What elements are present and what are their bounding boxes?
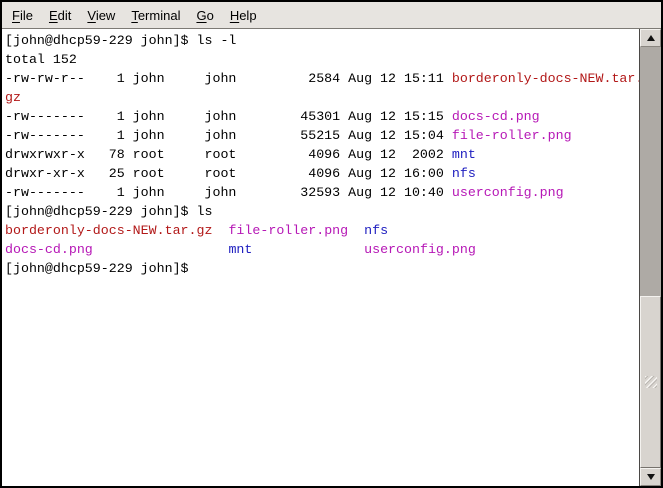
- terminal-line: total 152: [5, 50, 639, 69]
- terminal-line: -rw------- 1 john john 45301 Aug 12 15:1…: [5, 107, 639, 126]
- down-arrow-icon: [647, 474, 655, 480]
- scrollbar-grip-icon: [645, 376, 657, 388]
- terminal-text-segment: total 152: [5, 52, 77, 67]
- menu-item-file[interactable]: File: [4, 6, 41, 25]
- terminal-text-segment: gz: [5, 90, 21, 105]
- menu-item-terminal[interactable]: Terminal: [123, 6, 188, 25]
- terminal-line: drwxrwxr-x 78 root root 4096 Aug 12 2002…: [5, 145, 639, 164]
- menu-item-label: erminal: [138, 8, 181, 23]
- terminal-line: -rw------- 1 john john 55215 Aug 12 15:0…: [5, 126, 639, 145]
- terminal-text-segment: borderonly-docs-NEW.tar.: [452, 71, 639, 86]
- menu-item-mnemonic: G: [196, 8, 206, 23]
- terminal-text-segment: [john@dhcp59-229 john]$: [5, 261, 189, 276]
- scrollbar-trough[interactable]: [640, 47, 661, 468]
- menu-item-mnemonic: H: [230, 8, 239, 23]
- terminal-text-segment: docs-cd.png: [5, 242, 93, 257]
- up-arrow-icon: [647, 35, 655, 41]
- menu-bar: FileEditViewTerminalGoHelp: [2, 2, 661, 29]
- terminal-text-segment: [john@dhcp59-229 john]$ ls -l: [5, 33, 236, 48]
- terminal-line: -rw------- 1 john john 32593 Aug 12 10:4…: [5, 183, 639, 202]
- terminal-text-segment: file-roller.png: [228, 223, 348, 238]
- menu-item-view[interactable]: View: [79, 6, 123, 25]
- menu-item-mnemonic: V: [87, 8, 95, 23]
- terminal-screen[interactable]: [john@dhcp59-229 john]$ ls -l total 152 -r…: [2, 29, 639, 486]
- terminal-text-segment: drwxr-xr-x 25 root root 4096 Aug 12 16:0…: [5, 166, 452, 181]
- menu-item-edit[interactable]: Edit: [41, 6, 79, 25]
- terminal-line: [john@dhcp59-229 john]$ ls -l: [5, 31, 639, 50]
- terminal-line: docs-cd.png mnt userconfig.png: [5, 240, 639, 259]
- terminal-line: gz: [5, 88, 639, 107]
- terminal-text-segment: [93, 242, 229, 257]
- menu-item-label: iew: [96, 8, 116, 23]
- terminal-line: [john@dhcp59-229 john]$ ls: [5, 202, 639, 221]
- terminal-content: [john@dhcp59-229 john]$ ls -l total 152 -r…: [2, 29, 661, 486]
- menu-item-label: dit: [58, 8, 72, 23]
- terminal-text-segment: [348, 223, 364, 238]
- terminal-text-segment: docs-cd.png: [452, 109, 540, 124]
- terminal-window: FileEditViewTerminalGoHelp [john@dhcp59-…: [0, 0, 663, 488]
- menu-item-help[interactable]: Help: [222, 6, 265, 25]
- terminal-line: borderonly-docs-NEW.tar.gz file-roller.p…: [5, 221, 639, 240]
- menu-item-go[interactable]: Go: [188, 6, 221, 25]
- menu-item-label: o: [207, 8, 214, 23]
- terminal-line: [john@dhcp59-229 john]$: [5, 259, 639, 278]
- scrollbar-down-button[interactable]: [640, 468, 661, 486]
- menu-item-label: ile: [20, 8, 33, 23]
- terminal-text-segment: -rw------- 1 john john 45301 Aug 12 15:1…: [5, 109, 452, 124]
- menu-item-mnemonic: E: [49, 8, 58, 23]
- terminal-text-segment: mnt: [228, 242, 252, 257]
- terminal-line: drwxr-xr-x 25 root root 4096 Aug 12 16:0…: [5, 164, 639, 183]
- terminal-text-segment: nfs: [452, 166, 476, 181]
- menu-item-mnemonic: F: [12, 8, 20, 23]
- terminal-text-segment: mnt: [452, 147, 476, 162]
- terminal-text-segment: [john@dhcp59-229 john]$ ls: [5, 204, 212, 219]
- terminal-text-segment: -rw------- 1 john john 32593 Aug 12 10:4…: [5, 185, 452, 200]
- scrollbar-up-button[interactable]: [640, 29, 661, 47]
- terminal-text-segment: [252, 242, 364, 257]
- menu-item-label: elp: [239, 8, 256, 23]
- terminal-text-segment: nfs: [364, 223, 388, 238]
- scrollbar-thumb[interactable]: [640, 296, 661, 468]
- terminal-text-segment: userconfig.png: [364, 242, 476, 257]
- scrollbar[interactable]: [639, 29, 661, 486]
- terminal-text-segment: file-roller.png: [452, 128, 572, 143]
- terminal-text-segment: [212, 223, 228, 238]
- terminal-text-segment: userconfig.png: [452, 185, 564, 200]
- terminal-text-segment: -rw------- 1 john john 55215 Aug 12 15:0…: [5, 128, 452, 143]
- terminal-line: -rw-rw-r-- 1 john john 2584 Aug 12 15:11…: [5, 69, 639, 88]
- terminal-text-segment: drwxrwxr-x 78 root root 4096 Aug 12 2002: [5, 147, 452, 162]
- terminal-text-segment: borderonly-docs-NEW.tar.gz: [5, 223, 212, 238]
- terminal-text-segment: -rw-rw-r-- 1 john john 2584 Aug 12 15:11: [5, 71, 452, 86]
